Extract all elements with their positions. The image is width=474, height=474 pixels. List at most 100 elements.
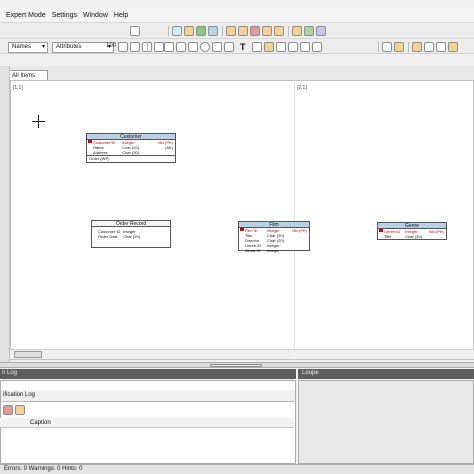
check-icon[interactable] (172, 26, 182, 36)
new-icon[interactable] (130, 26, 140, 36)
key-icon (379, 229, 383, 232)
hand-icon[interactable] (264, 42, 274, 52)
page-label: [1,1] (13, 85, 23, 91)
layout-icon[interactable] (304, 26, 314, 36)
attribute-constraint: NN (PK) (292, 228, 307, 233)
zoom-fit-icon[interactable] (288, 42, 298, 52)
main-toolbar (0, 22, 474, 38)
toolbar-separator (288, 26, 289, 36)
attribute-name: Address (93, 150, 108, 155)
arrange-icon[interactable] (412, 42, 422, 52)
attributes-select-value: Attributes (56, 44, 82, 50)
log-panel-title: n Log (2, 370, 18, 376)
pointer-icon[interactable] (164, 42, 174, 52)
fit-icon[interactable] (130, 42, 140, 52)
settings-icon[interactable] (316, 26, 326, 36)
format-toolbar: Names ▾ Attributes ▾ 100 T (0, 38, 474, 54)
options-icon[interactable] (448, 42, 458, 52)
entity-attribute-row: Order Date Char (20) (92, 234, 170, 239)
clear-log-icon[interactable] (3, 405, 13, 415)
attribute-name: Serial ID (245, 248, 261, 253)
attribute-constraint (153, 150, 175, 155)
align-left-icon[interactable] (118, 42, 128, 52)
zoom-out-icon[interactable] (154, 42, 164, 52)
box-icon[interactable] (188, 42, 198, 52)
open-icon[interactable] (208, 26, 218, 36)
tab-bar (0, 66, 474, 80)
log-panel-header: n Log (0, 369, 296, 379)
entity-attribute-row: Order (WP) (87, 155, 175, 161)
image-icon[interactable] (252, 42, 262, 52)
run-icon[interactable] (196, 26, 206, 36)
names-select[interactable]: Names ▾ (8, 42, 48, 53)
checker-icon[interactable] (224, 42, 234, 52)
menu-help[interactable]: Help (114, 12, 128, 19)
scroll-thumb[interactable] (14, 351, 42, 358)
attribute-type: Char (20) (405, 234, 423, 239)
log-table-header: Caption (0, 418, 294, 428)
group-icon[interactable] (226, 26, 236, 36)
menu-bar: Expert Mode Settings Window Help (0, 8, 474, 22)
left-rail (0, 66, 10, 362)
status-text: Errors: 0 Warnings: 0 Hints: 0 (4, 466, 83, 472)
zoom-icon[interactable] (292, 26, 302, 36)
splitter-grip[interactable] (210, 364, 262, 367)
toolbar-separator (378, 42, 379, 52)
zoom-page-icon[interactable] (300, 42, 310, 52)
import-icon[interactable] (184, 26, 194, 36)
toolbar-separator (408, 42, 409, 52)
toolbar-separator (222, 26, 223, 36)
loupe-panel-title: Loupe (302, 370, 319, 376)
key-icon (240, 228, 244, 231)
menu-window[interactable]: Window (83, 12, 108, 19)
loupe-panel-header: Loupe (298, 369, 474, 379)
names-select-value: Names (12, 44, 32, 50)
attribute-type: Integer (267, 248, 280, 253)
attribute-name: Order Date (98, 234, 118, 239)
crop-icon[interactable] (276, 42, 286, 52)
entity-icon[interactable] (262, 26, 272, 36)
export-icon[interactable] (394, 42, 404, 52)
text-tool-icon[interactable]: T (240, 42, 246, 52)
attribute-type: Char (20) (123, 234, 141, 239)
entity-attribute-row: Address Char (30) (87, 150, 175, 155)
key-icon (88, 140, 92, 143)
panel-splitter[interactable] (0, 362, 474, 368)
entity-genre[interactable]: Genre Genre ID Integer NN (PK) Title Cha… (377, 222, 447, 240)
page-label: [2,1] (297, 85, 307, 91)
rectangle-icon[interactable] (176, 42, 186, 52)
distribute-icon[interactable] (424, 42, 434, 52)
chevron-down-icon: ▾ (41, 44, 45, 50)
crosshair-cursor-icon (38, 115, 39, 128)
print-icon[interactable] (382, 42, 392, 52)
zoom-width-icon[interactable] (312, 42, 322, 52)
filter-log-icon[interactable] (15, 405, 25, 415)
attribute-constraint: NN (PK) (429, 229, 444, 234)
entity-attribute-row: Title Char (20) (378, 234, 446, 239)
entity-attribute-row: Serial ID Integer (239, 248, 309, 253)
tab-modification-log[interactable]: ification Log (3, 392, 35, 398)
order-icon[interactable] (436, 42, 446, 52)
menu-expert-mode[interactable]: Expert Mode (6, 12, 46, 19)
relation-icon[interactable] (238, 26, 248, 36)
grid-icon[interactable] (250, 26, 260, 36)
attributes-select[interactable]: Attributes ▾ (52, 42, 114, 53)
view-icon[interactable] (274, 26, 284, 36)
status-bar: Errors: 0 Warnings: 0 Hints: 0 (0, 464, 474, 474)
attribute-name: Title (384, 234, 392, 239)
horizontal-scrollbar[interactable] (10, 349, 474, 359)
entity-order-record[interactable]: Order Record Customer ID Integer Order D… (91, 220, 171, 248)
loupe-panel (298, 380, 474, 464)
menu-settings[interactable]: Settings (52, 12, 77, 19)
toolbar-separator (147, 42, 148, 52)
entity-customer[interactable]: Customer Customer ID Integer NN (PK) Nam… (86, 133, 176, 163)
diagram-canvas[interactable] (10, 80, 474, 360)
page-divider (294, 80, 295, 360)
attribute-type: Char (30) (122, 150, 140, 155)
shape-icon[interactable] (212, 42, 222, 52)
entity-film[interactable]: Film Film ID Integer NN (PK) Title Char … (238, 221, 310, 253)
attribute-name: Order (WP) (89, 156, 110, 161)
caption-column-header[interactable]: Caption (30, 419, 51, 428)
zoom-value[interactable]: 100 (106, 43, 116, 49)
ellipse-icon[interactable] (200, 42, 210, 52)
